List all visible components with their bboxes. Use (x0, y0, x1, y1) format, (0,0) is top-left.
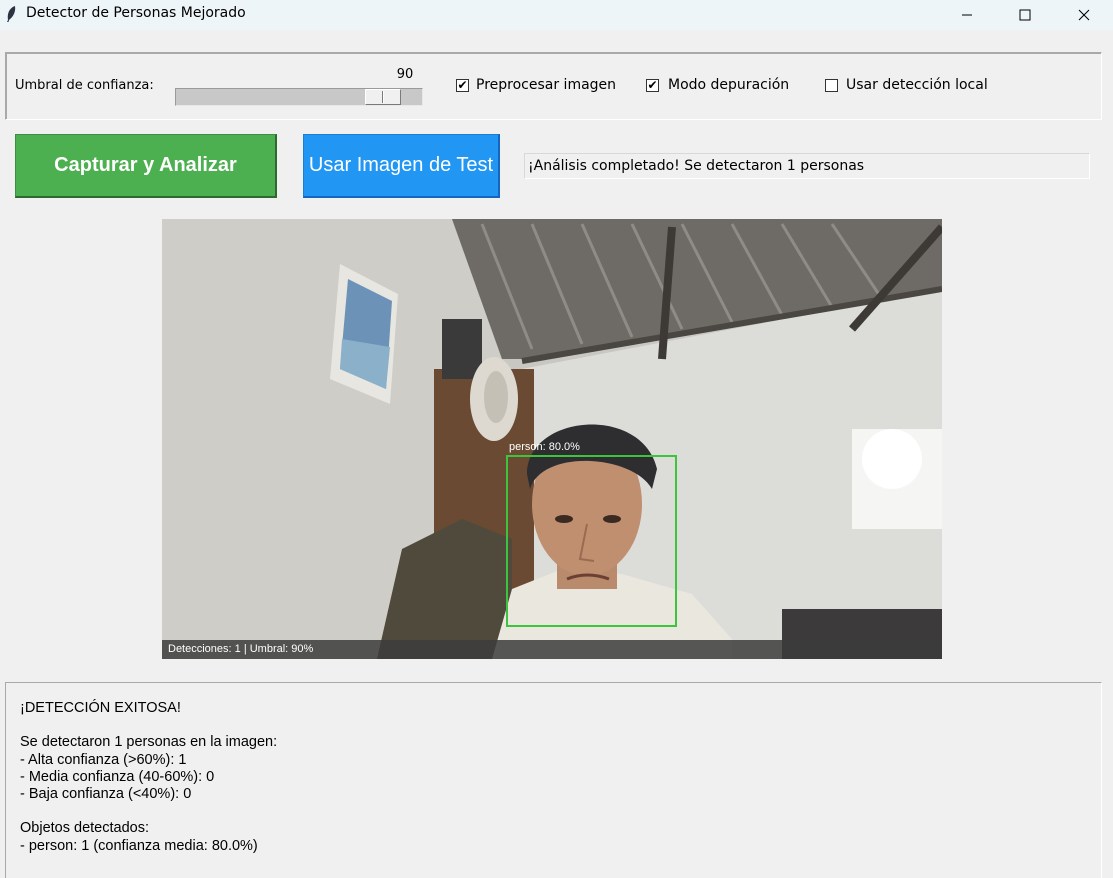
threshold-slider-thumb[interactable] (365, 89, 401, 105)
close-button[interactable] (1055, 0, 1113, 30)
title-bar: Detector de Personas Mejorado (0, 0, 1113, 30)
result-line: - Media confianza (40-60%): 0 (20, 768, 215, 785)
feather-icon (7, 6, 16, 22)
result-line: Objetos detectados: (20, 820, 149, 837)
preprocess-checkbox[interactable]: ✔ (456, 79, 469, 92)
debug-mode-label[interactable]: Modo depuración (668, 77, 789, 93)
threshold-label: Umbral de confianza: (15, 78, 154, 93)
minimize-icon (962, 14, 972, 16)
close-icon (1078, 9, 1090, 21)
result-line: - Alta confianza (>60%): 1 (20, 751, 187, 768)
preprocess-label[interactable]: Preprocesar imagen (476, 77, 616, 93)
local-detection-label[interactable]: Usar detección local (846, 77, 988, 93)
maximize-icon (1019, 9, 1031, 21)
detection-box (506, 455, 677, 627)
capture-analyze-button[interactable]: Capturar y Analizar (15, 134, 277, 198)
debug-mode-checkbox[interactable]: ✔ (646, 79, 659, 92)
window-title: Detector de Personas Mejorado (26, 5, 246, 21)
test-image-button[interactable]: Usar Imagen de Test (303, 134, 500, 198)
maximize-button[interactable] (996, 0, 1054, 30)
minimize-button[interactable] (938, 0, 996, 30)
result-line: - Baja confianza (<40%): 0 (20, 786, 192, 803)
status-text: ¡Análisis completado! Se detectaron 1 pe… (524, 153, 1090, 179)
result-line: Se detectaron 1 personas en la imagen: (20, 734, 278, 751)
detection-label: person: 80.0% (509, 441, 580, 453)
result-line (20, 803, 1087, 820)
result-line (20, 717, 1087, 734)
local-detection-checkbox[interactable] (825, 79, 838, 92)
camera-footer-bar: Detecciones: 1 | Umbral: 90% (162, 640, 942, 659)
result-line: ¡DETECCIÓN EXITOSA! (20, 700, 181, 716)
threshold-value: 90 (396, 67, 414, 82)
result-line: - person: 1 (confianza media: 80.0%) (20, 837, 258, 854)
camera-image: person: 80.0% Detecciones: 1 | Umbral: 9… (162, 219, 942, 659)
camera-footer-text: Detecciones: 1 | Umbral: 90% (168, 643, 314, 655)
results-panel: ¡DETECCIÓN EXITOSA! Se detectaron 1 pers… (5, 682, 1102, 878)
